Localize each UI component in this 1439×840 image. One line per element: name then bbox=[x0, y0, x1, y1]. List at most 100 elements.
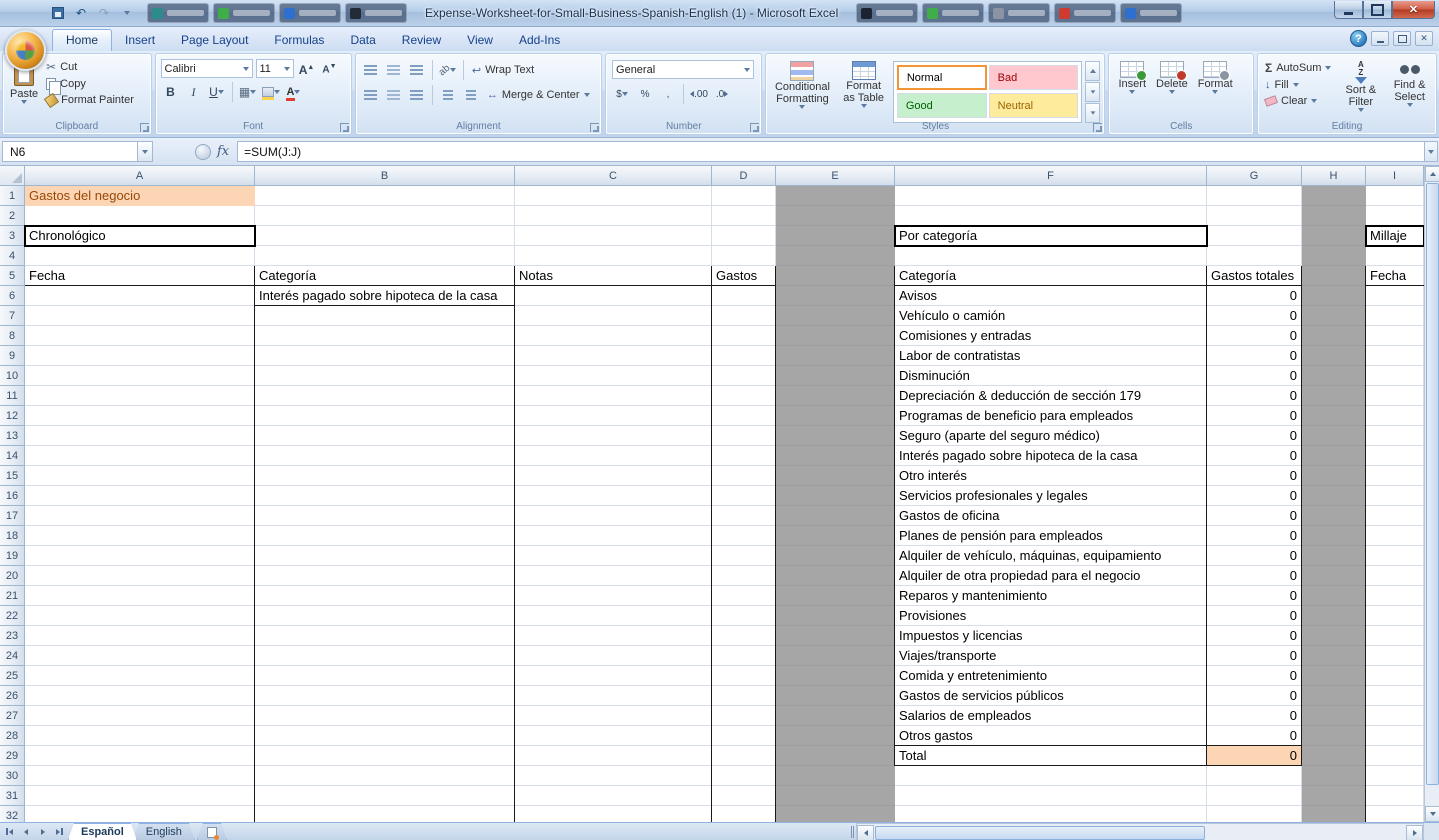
cell-H10[interactable] bbox=[1302, 366, 1366, 386]
align-left-button[interactable] bbox=[361, 86, 381, 104]
content-I5[interactable]: Fecha bbox=[1366, 266, 1424, 286]
cell-I23[interactable] bbox=[1366, 626, 1424, 646]
row-header-31[interactable]: 31 bbox=[0, 786, 25, 806]
cell-I13[interactable] bbox=[1366, 426, 1424, 446]
content-F19[interactable]: Alquiler de vehículo, máquinas, equipami… bbox=[895, 546, 1207, 566]
content-G28[interactable]: 0 bbox=[1207, 726, 1302, 746]
tab-split-handle[interactable] bbox=[848, 823, 856, 840]
content-F21[interactable]: Reparos y mantenimiento bbox=[895, 586, 1207, 606]
cell-C6[interactable] bbox=[515, 286, 712, 306]
cell-B14[interactable] bbox=[255, 446, 515, 466]
cell-H16[interactable] bbox=[1302, 486, 1366, 506]
cell-A12[interactable] bbox=[25, 406, 255, 426]
cell-E26[interactable] bbox=[776, 686, 895, 706]
font-name-select[interactable]: Calibri bbox=[161, 59, 253, 78]
cell-A8[interactable] bbox=[25, 326, 255, 346]
cell-B21[interactable] bbox=[255, 586, 515, 606]
clipboard-dialog-launcher[interactable] bbox=[140, 123, 149, 132]
cell-D4[interactable] bbox=[712, 246, 776, 266]
cell-H3[interactable] bbox=[1302, 226, 1366, 246]
comma-button[interactable]: , bbox=[658, 85, 678, 103]
row-header-23[interactable]: 23 bbox=[0, 626, 25, 646]
content-G14[interactable]: 0 bbox=[1207, 446, 1302, 466]
cell-C1[interactable] bbox=[515, 186, 712, 206]
content-A5[interactable]: Fecha bbox=[25, 266, 255, 286]
row-header-18[interactable]: 18 bbox=[0, 526, 25, 546]
cell-A23[interactable] bbox=[25, 626, 255, 646]
row-header-32[interactable]: 32 bbox=[0, 806, 25, 822]
content-G7[interactable]: 0 bbox=[1207, 306, 1302, 326]
content-F13[interactable]: Seguro (aparte del seguro médico) bbox=[895, 426, 1207, 446]
cell-H22[interactable] bbox=[1302, 606, 1366, 626]
content-G26[interactable]: 0 bbox=[1207, 686, 1302, 706]
font-dialog-launcher[interactable] bbox=[340, 123, 349, 132]
cell-I28[interactable] bbox=[1366, 726, 1424, 746]
cell-D11[interactable] bbox=[712, 386, 776, 406]
scroll-up-button[interactable] bbox=[1425, 166, 1439, 182]
content-F26[interactable]: Gastos de servicios públicos bbox=[895, 686, 1207, 706]
row-header-4[interactable]: 4 bbox=[0, 246, 25, 266]
cell-H7[interactable] bbox=[1302, 306, 1366, 326]
cell-I1[interactable] bbox=[1366, 186, 1424, 206]
content-G22[interactable]: 0 bbox=[1207, 606, 1302, 626]
scroll-left-button[interactable] bbox=[857, 825, 874, 840]
cell-I29[interactable] bbox=[1366, 746, 1424, 766]
column-header-B[interactable]: B bbox=[255, 166, 515, 186]
cell-E10[interactable] bbox=[776, 366, 895, 386]
cell-A25[interactable] bbox=[25, 666, 255, 686]
taskbar-item[interactable] bbox=[988, 3, 1050, 23]
cell-B10[interactable] bbox=[255, 366, 515, 386]
cell-B27[interactable] bbox=[255, 706, 515, 726]
content-F27[interactable]: Salarios de empleados bbox=[895, 706, 1207, 726]
gallery-more-button[interactable] bbox=[1085, 103, 1100, 123]
close-button[interactable] bbox=[1392, 1, 1435, 19]
cell-B16[interactable] bbox=[255, 486, 515, 506]
ribbon-tab-insert[interactable]: Insert bbox=[112, 30, 168, 51]
cell-I2[interactable] bbox=[1366, 206, 1424, 226]
content-F8[interactable]: Comisiones y entradas bbox=[895, 326, 1207, 346]
sheet-tab-espa-ol[interactable]: Español bbox=[68, 823, 137, 840]
cell-C26[interactable] bbox=[515, 686, 712, 706]
merge-center-button[interactable]: ↔Merge & Center bbox=[484, 88, 593, 102]
cell-style-neutral[interactable]: Neutral bbox=[989, 93, 1079, 118]
taskbar-item[interactable] bbox=[213, 3, 275, 23]
vertical-scrollbar[interactable] bbox=[1424, 166, 1439, 822]
cell-F1[interactable] bbox=[895, 186, 1207, 206]
cell-H26[interactable] bbox=[1302, 686, 1366, 706]
cell-B4[interactable] bbox=[255, 246, 515, 266]
row-header-30[interactable]: 30 bbox=[0, 766, 25, 786]
cell-E14[interactable] bbox=[776, 446, 895, 466]
cell-F4[interactable] bbox=[895, 246, 1207, 266]
cell-H1[interactable] bbox=[1302, 186, 1366, 206]
row-header-3[interactable]: 3 bbox=[0, 226, 25, 246]
row-header-5[interactable]: 5 bbox=[0, 266, 25, 286]
cell-A24[interactable] bbox=[25, 646, 255, 666]
clear-button[interactable]: Clear bbox=[1262, 94, 1334, 108]
cell-F30[interactable] bbox=[895, 766, 1207, 786]
scroll-right-button[interactable] bbox=[1406, 825, 1423, 840]
taskbar-item[interactable] bbox=[856, 3, 918, 23]
cell-I18[interactable] bbox=[1366, 526, 1424, 546]
cell-H17[interactable] bbox=[1302, 506, 1366, 526]
cell-I17[interactable] bbox=[1366, 506, 1424, 526]
cell-B28[interactable] bbox=[255, 726, 515, 746]
cell-D32[interactable] bbox=[712, 806, 776, 822]
row-header-19[interactable]: 19 bbox=[0, 546, 25, 566]
cell-B9[interactable] bbox=[255, 346, 515, 366]
ribbon-tab-formulas[interactable]: Formulas bbox=[261, 30, 337, 51]
row-header-10[interactable]: 10 bbox=[0, 366, 25, 386]
insert-worksheet-button[interactable] bbox=[197, 823, 227, 840]
row-header-24[interactable]: 24 bbox=[0, 646, 25, 666]
cell-I4[interactable] bbox=[1366, 246, 1424, 266]
cell-E19[interactable] bbox=[776, 546, 895, 566]
cell-A15[interactable] bbox=[25, 466, 255, 486]
row-header-29[interactable]: 29 bbox=[0, 746, 25, 766]
cell-B19[interactable] bbox=[255, 546, 515, 566]
formula-input[interactable]: =SUM(J:J) bbox=[237, 141, 1424, 162]
cell-H4[interactable] bbox=[1302, 246, 1366, 266]
cell-C15[interactable] bbox=[515, 466, 712, 486]
column-header-H[interactable]: H bbox=[1302, 166, 1366, 186]
cell-D29[interactable] bbox=[712, 746, 776, 766]
cell-D8[interactable] bbox=[712, 326, 776, 346]
cell-D10[interactable] bbox=[712, 366, 776, 386]
